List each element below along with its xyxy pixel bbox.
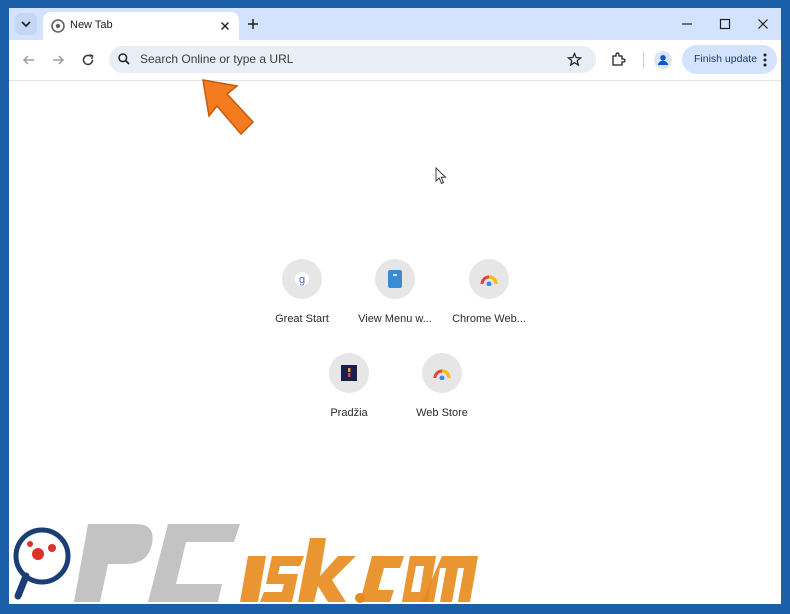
- toolbar: Search Online or type a URL Finish updat…: [9, 40, 781, 81]
- tab-title: New Tab: [70, 19, 113, 31]
- tab-strip: New Tab: [9, 8, 781, 40]
- forward-arrow-icon[interactable]: [50, 52, 66, 68]
- pradzia-tile-circle: [329, 353, 369, 393]
- shortcut-label: Great Start: [275, 313, 329, 325]
- shortcut-label: Pradžia: [330, 407, 368, 419]
- great-start-icon: g: [295, 272, 309, 286]
- view-menu-icon: [388, 270, 402, 288]
- chrome-web-store-tile-circle: [469, 259, 509, 299]
- tab-search-button[interactable]: [15, 13, 37, 35]
- shortcut-label: Web Store: [416, 407, 468, 419]
- web-store-tile-circle: [422, 353, 462, 393]
- profile-avatar[interactable]: [654, 51, 672, 69]
- shortcut-view-menu[interactable]: View Menu w...: [347, 259, 443, 343]
- more-menu-icon[interactable]: [759, 52, 771, 68]
- shortcut-great-start[interactable]: g Great Start: [254, 259, 350, 343]
- close-window-icon[interactable]: [756, 17, 770, 31]
- bookmark-star-icon[interactable]: [567, 52, 582, 67]
- chevron-down-icon: [21, 21, 31, 28]
- extensions-puzzle-icon[interactable]: [610, 51, 626, 67]
- shortcut-web-store[interactable]: Web Store: [394, 353, 490, 437]
- tab-new-tab[interactable]: New Tab: [43, 12, 239, 40]
- great-start-tile-circle: g: [282, 259, 322, 299]
- search-icon: [118, 53, 130, 65]
- pcrisk-watermark-logo: [13, 524, 478, 603]
- pradzia-icon: [341, 365, 357, 381]
- finish-update-label: Finish update: [694, 53, 758, 65]
- address-bar[interactable]: Search Online or type a URL: [109, 46, 596, 73]
- close-tab-icon[interactable]: [217, 18, 233, 34]
- minimize-icon[interactable]: [680, 17, 694, 31]
- web-store-icon: [433, 369, 451, 380]
- shortcut-label: View Menu w...: [358, 313, 432, 325]
- person-icon: [658, 55, 668, 65]
- mouse-cursor-icon: [435, 167, 447, 185]
- toolbar-divider: [643, 52, 644, 68]
- back-arrow-icon[interactable]: [21, 52, 37, 68]
- svg-text:g: g: [299, 274, 305, 286]
- address-bar-placeholder: Search Online or type a URL: [140, 52, 294, 66]
- reload-icon[interactable]: [80, 52, 96, 68]
- orange-pointer-arrow-icon: [202, 79, 255, 136]
- maximize-icon[interactable]: [718, 17, 732, 31]
- chrome-web-store-icon: [480, 275, 498, 286]
- shortcut-chrome-web-store[interactable]: Chrome Web...: [441, 259, 537, 343]
- view-menu-tile-circle: [375, 259, 415, 299]
- shortcut-pradzia[interactable]: Pradžia: [301, 353, 397, 437]
- shortcut-label: Chrome Web...: [452, 313, 526, 325]
- finish-update-button[interactable]: Finish update: [682, 45, 777, 74]
- new-tab-plus-icon[interactable]: [245, 16, 261, 32]
- chrome-favicon-icon: [51, 19, 65, 33]
- browser-window: New Tab Search Online or type a URL Fini…: [9, 8, 781, 604]
